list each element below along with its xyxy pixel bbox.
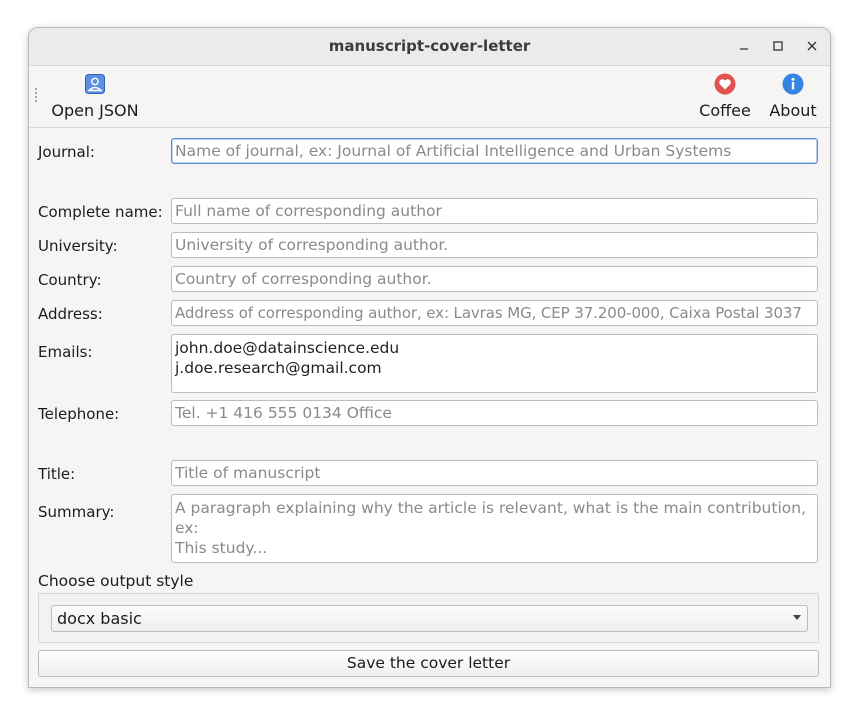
university-label: University:	[38, 237, 118, 255]
heart-icon	[714, 73, 736, 95]
toolbar: Open JSON Coffee About	[29, 66, 830, 128]
maximize-icon[interactable]	[768, 36, 788, 56]
output-style-label: Choose output style	[38, 572, 194, 590]
address-input[interactable]	[171, 300, 818, 326]
complete-name-input[interactable]	[171, 198, 818, 224]
journal-input[interactable]	[171, 138, 818, 164]
title-input[interactable]	[171, 460, 818, 486]
complete-name-label: Complete name:	[38, 203, 163, 221]
title-label: Title:	[38, 465, 76, 483]
journal-label: Journal:	[38, 143, 95, 161]
open-json-button[interactable]: Open JSON	[47, 66, 143, 127]
output-style-value: docx basic	[57, 609, 142, 628]
window-title: manuscript-cover-letter	[328, 37, 531, 55]
address-label: Address:	[38, 305, 103, 323]
chevron-down-icon	[793, 615, 801, 620]
emails-textarea[interactable]: john.doe@datainscience.edu j.doe.researc…	[171, 334, 818, 393]
minimize-icon[interactable]	[734, 36, 754, 56]
person-card-icon	[84, 73, 106, 95]
telephone-label: Telephone:	[38, 405, 120, 423]
summary-label: Summary:	[38, 503, 115, 521]
country-label: Country:	[38, 271, 102, 289]
coffee-label: Coffee	[699, 101, 751, 120]
title-bar: manuscript-cover-letter	[29, 28, 830, 66]
country-input[interactable]	[171, 266, 818, 292]
telephone-input[interactable]	[171, 400, 818, 426]
output-style-group: docx basic	[38, 593, 819, 643]
open-json-label: Open JSON	[51, 101, 139, 120]
about-button[interactable]: About	[765, 66, 821, 127]
save-cover-letter-button[interactable]: Save the cover letter	[38, 650, 819, 677]
coffee-button[interactable]: Coffee	[697, 66, 753, 127]
close-icon[interactable]	[802, 36, 822, 56]
toolbar-grip-handle[interactable]	[35, 88, 38, 102]
university-input[interactable]	[171, 232, 818, 258]
app-window: manuscript-cover-letter Open JSON Coffee…	[28, 27, 831, 688]
info-icon	[782, 73, 804, 95]
summary-textarea[interactable]	[171, 494, 818, 563]
emails-label: Emails:	[38, 343, 93, 361]
about-label: About	[769, 101, 817, 120]
output-style-select[interactable]: docx basic	[51, 605, 808, 632]
